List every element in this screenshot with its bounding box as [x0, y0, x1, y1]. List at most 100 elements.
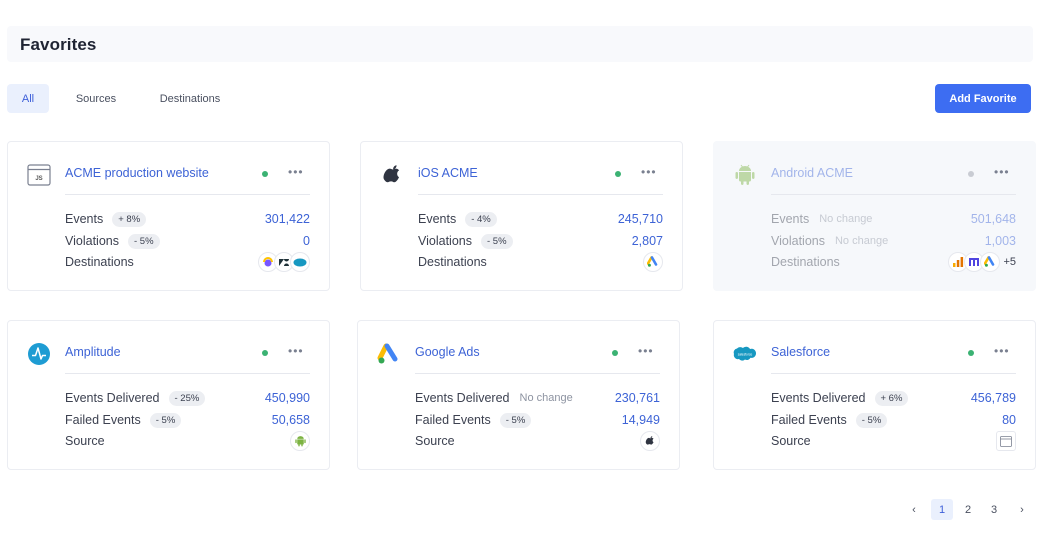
stat-row: Failed Events - 5% 80 — [771, 412, 1016, 428]
stat-label: Events — [418, 212, 457, 226]
favorite-card[interactable]: Android ACME ••• Events No change 501,64… — [713, 141, 1036, 291]
card-title[interactable]: ACME production website — [65, 166, 209, 180]
more-options-icon[interactable]: ••• — [288, 165, 304, 179]
more-options-icon[interactable]: ••• — [994, 165, 1010, 179]
stat-label: Destinations — [418, 255, 487, 269]
card-title[interactable]: Salesforce — [771, 345, 830, 359]
change-badge: - 4% — [465, 211, 497, 227]
connections-row: Source — [65, 431, 310, 451]
stat-row: Violations No change 1,003 — [771, 233, 1016, 249]
connection-icons — [640, 431, 660, 451]
stat-value[interactable]: 50,658 — [272, 413, 310, 427]
page-button-3[interactable]: 3 — [983, 499, 1005, 520]
status-indicator — [968, 350, 974, 356]
page-button-2[interactable]: 2 — [957, 499, 979, 520]
connection-icons — [258, 252, 310, 272]
more-options-icon[interactable]: ••• — [288, 344, 304, 358]
stat-value[interactable]: 1,003 — [985, 234, 1016, 248]
favorite-card[interactable]: Google Ads ••• Events Delivered No chang… — [357, 320, 680, 470]
status-indicator — [262, 171, 268, 177]
change-badge: + 6% — [874, 390, 909, 406]
page-title: Favorites — [20, 35, 97, 54]
more-options-icon[interactable]: ••• — [641, 165, 657, 179]
apple-icon — [379, 162, 405, 188]
stat-value[interactable]: 245,710 — [618, 212, 663, 226]
connection-icons: +5 — [948, 252, 1016, 272]
more-options-icon[interactable]: ••• — [638, 344, 654, 358]
more-connections-count[interactable]: +5 — [1003, 256, 1016, 268]
change-badge: - 5% — [855, 412, 888, 428]
stat-value[interactable]: 0 — [303, 234, 310, 248]
card-title[interactable]: Amplitude — [65, 345, 121, 359]
change-badge: + 8% — [112, 211, 147, 227]
divider — [771, 373, 1016, 374]
connections-row: Destinations +5 — [771, 252, 1016, 272]
favorite-card[interactable]: salesforce Salesforce ••• Events Deliver… — [713, 320, 1036, 470]
amplitude-icon — [26, 341, 52, 367]
stat-row: Failed Events - 5% 50,658 — [65, 412, 310, 428]
stat-label: Failed Events — [65, 413, 141, 427]
change-badge: No change — [519, 392, 573, 404]
stat-row: Events + 8% 301,422 — [65, 211, 310, 227]
svg-text:JS: JS — [35, 176, 42, 182]
connections-row: Destinations — [65, 252, 310, 272]
apple-icon[interactable] — [640, 431, 660, 451]
previous-page-button[interactable]: ‹ — [904, 499, 924, 520]
change-badge: - 5% — [499, 412, 532, 428]
stat-row: Events Delivered No change 230,761 — [415, 390, 660, 406]
favorite-card[interactable]: Amplitude ••• Events Delivered - 25% 450… — [7, 320, 330, 470]
favorite-card[interactable]: JS ACME production website ••• Events + … — [7, 141, 330, 291]
add-favorite-button[interactable]: Add Favorite — [935, 84, 1031, 113]
page-header: Favorites — [7, 26, 1033, 62]
stat-value[interactable]: 230,761 — [615, 391, 660, 405]
stat-value[interactable]: 2,807 — [632, 234, 663, 248]
android-icon[interactable] — [290, 431, 310, 451]
android-icon — [732, 162, 758, 188]
status-indicator — [968, 171, 974, 177]
stat-value[interactable]: 301,422 — [265, 212, 310, 226]
connections-row: Destinations — [418, 252, 663, 272]
stat-value[interactable]: 450,990 — [265, 391, 310, 405]
status-indicator — [612, 350, 618, 356]
divider — [65, 373, 310, 374]
stat-label: Events — [771, 212, 810, 226]
change-badge: - 5% — [149, 412, 182, 428]
stat-label: Violations — [418, 234, 472, 248]
google-ads-icon[interactable] — [980, 252, 1001, 272]
divider — [65, 194, 310, 195]
stat-value[interactable]: 456,789 — [971, 391, 1016, 405]
connection-icons — [996, 431, 1016, 451]
stat-label: Violations — [771, 234, 825, 248]
change-badge: No change — [819, 213, 873, 225]
stat-label: Failed Events — [415, 413, 491, 427]
more-options-icon[interactable]: ••• — [994, 344, 1010, 358]
stat-row: Events Delivered + 6% 456,789 — [771, 390, 1016, 406]
javascript-icon[interactable] — [996, 431, 1016, 451]
stat-label: Events Delivered — [65, 391, 160, 405]
change-badge: - 5% — [480, 233, 513, 249]
divider — [418, 194, 663, 195]
divider — [771, 194, 1016, 195]
stat-label: Destinations — [771, 255, 840, 269]
tab-all[interactable]: All — [7, 84, 49, 113]
favorite-card[interactable]: iOS ACME ••• Events - 4% 245,710 Violati… — [360, 141, 683, 291]
google-ads-icon[interactable] — [643, 252, 663, 272]
stat-label: Violations — [65, 234, 119, 248]
card-title[interactable]: Android ACME — [771, 166, 853, 180]
card-title[interactable]: iOS ACME — [418, 166, 478, 180]
stat-row: Events No change 501,648 — [771, 211, 1016, 227]
stat-value[interactable]: 80 — [1002, 413, 1016, 427]
connections-row: Source — [771, 431, 1016, 451]
tab-sources[interactable]: Sources — [66, 84, 126, 113]
tab-destinations[interactable]: Destinations — [148, 84, 232, 113]
salesforce-icon[interactable] — [290, 252, 310, 272]
next-page-button[interactable]: › — [1012, 499, 1032, 520]
stat-label: Events Delivered — [771, 391, 866, 405]
card-title[interactable]: Google Ads — [415, 345, 480, 359]
stat-value[interactable]: 14,949 — [622, 413, 660, 427]
stat-row: Failed Events - 5% 14,949 — [415, 412, 660, 428]
page-button-1[interactable]: 1 — [931, 499, 953, 520]
stat-label: Destinations — [65, 255, 134, 269]
stat-value[interactable]: 501,648 — [971, 212, 1016, 226]
stat-row: Violations - 5% 0 — [65, 233, 310, 249]
